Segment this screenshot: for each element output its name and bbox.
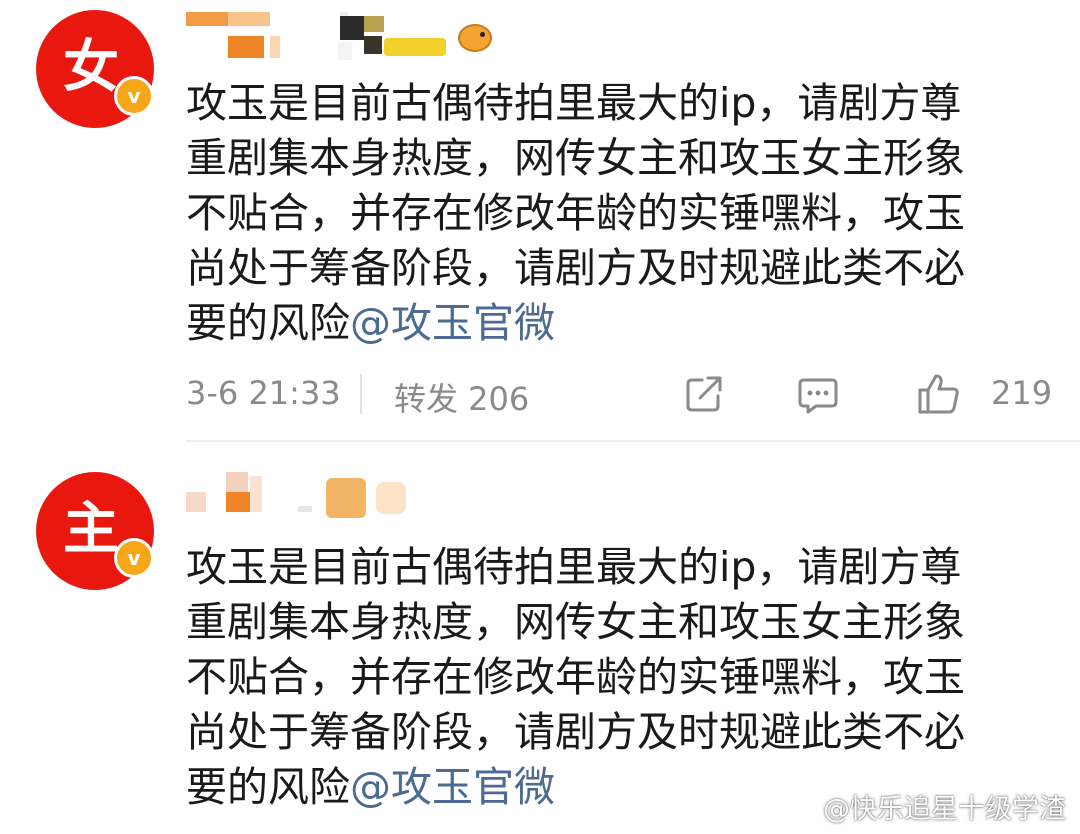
repost-count[interactable]: 转发 206 [394, 374, 529, 420]
weibo-logo-icon [783, 795, 816, 820]
username-blurred[interactable] [186, 472, 516, 518]
comment-icon[interactable] [796, 372, 840, 416]
post-content-line: 尚处于筹备阶段，请剧方及时规避此类不必 [186, 708, 965, 756]
post-time: 3-6 21:33 [186, 374, 341, 412]
meta-divider [360, 374, 362, 414]
post-content: 攻玉是目前古偶待拍里最大的ip，请剧方尊 重剧集本身热度，网传女主和攻玉女主形象… [186, 76, 1046, 351]
username-blurred[interactable] [186, 12, 516, 60]
avatar-char: 女 [63, 33, 119, 100]
post-content-tail: 要的风险 [186, 299, 350, 347]
post-content-line: 尚处于筹备阶段，请剧方及时规避此类不必 [186, 244, 965, 292]
post-content-line: 攻玉是目前古偶待拍里最大的ip，请剧方尊 [186, 543, 962, 591]
pufferfish-icon [458, 24, 492, 52]
like-count[interactable]: 219 [991, 374, 1052, 412]
watermark: @快乐追星十级学渣 [783, 787, 1066, 826]
post-content-line: 不贴合，并存在修改年龄的实锤嘿料，攻玉 [186, 653, 965, 701]
mention-link[interactable]: @攻玉官微 [350, 763, 555, 811]
verified-badge-icon: v [114, 76, 154, 116]
post-content-line: 攻玉是目前古偶待拍里最大的ip，请剧方尊 [186, 79, 962, 127]
post-meta: 3-6 21:33 转发 206 219 [186, 366, 1056, 420]
post-content-tail: 要的风险 [186, 763, 350, 811]
mention-link[interactable]: @攻玉官微 [350, 299, 555, 347]
avatar[interactable]: 女 v [36, 10, 154, 128]
post-2: 主 v 攻玉是目前古偶待拍里最大的ip，请剧方尊 重剧集本身热度，网传女主和攻玉… [0, 444, 1080, 834]
post-content-line-last: 要的风险@攻玉官微 [186, 296, 1046, 351]
avatar-char: 主 [63, 495, 119, 562]
like-icon[interactable] [916, 372, 960, 416]
post-content: 攻玉是目前古偶待拍里最大的ip，请剧方尊 重剧集本身热度，网传女主和攻玉女主形象… [186, 540, 1046, 815]
post-content-line: 不贴合，并存在修改年龄的实锤嘿料，攻玉 [186, 189, 965, 237]
avatar[interactable]: 主 v [36, 472, 154, 590]
post-content-line: 重剧集本身热度，网传女主和攻玉女主形象 [186, 598, 965, 646]
watermark-text: @快乐追星十级学渣 [823, 794, 1066, 825]
post-content-line: 重剧集本身热度，网传女主和攻玉女主形象 [186, 134, 965, 182]
share-icon[interactable] [682, 372, 726, 416]
post-divider [186, 440, 1080, 442]
post-1: 女 v 攻玉是目前古偶待拍里最大的ip，请剧方尊 重剧集本身热度，网传女主和攻玉… [0, 0, 1080, 444]
verified-badge-icon: v [114, 538, 154, 578]
